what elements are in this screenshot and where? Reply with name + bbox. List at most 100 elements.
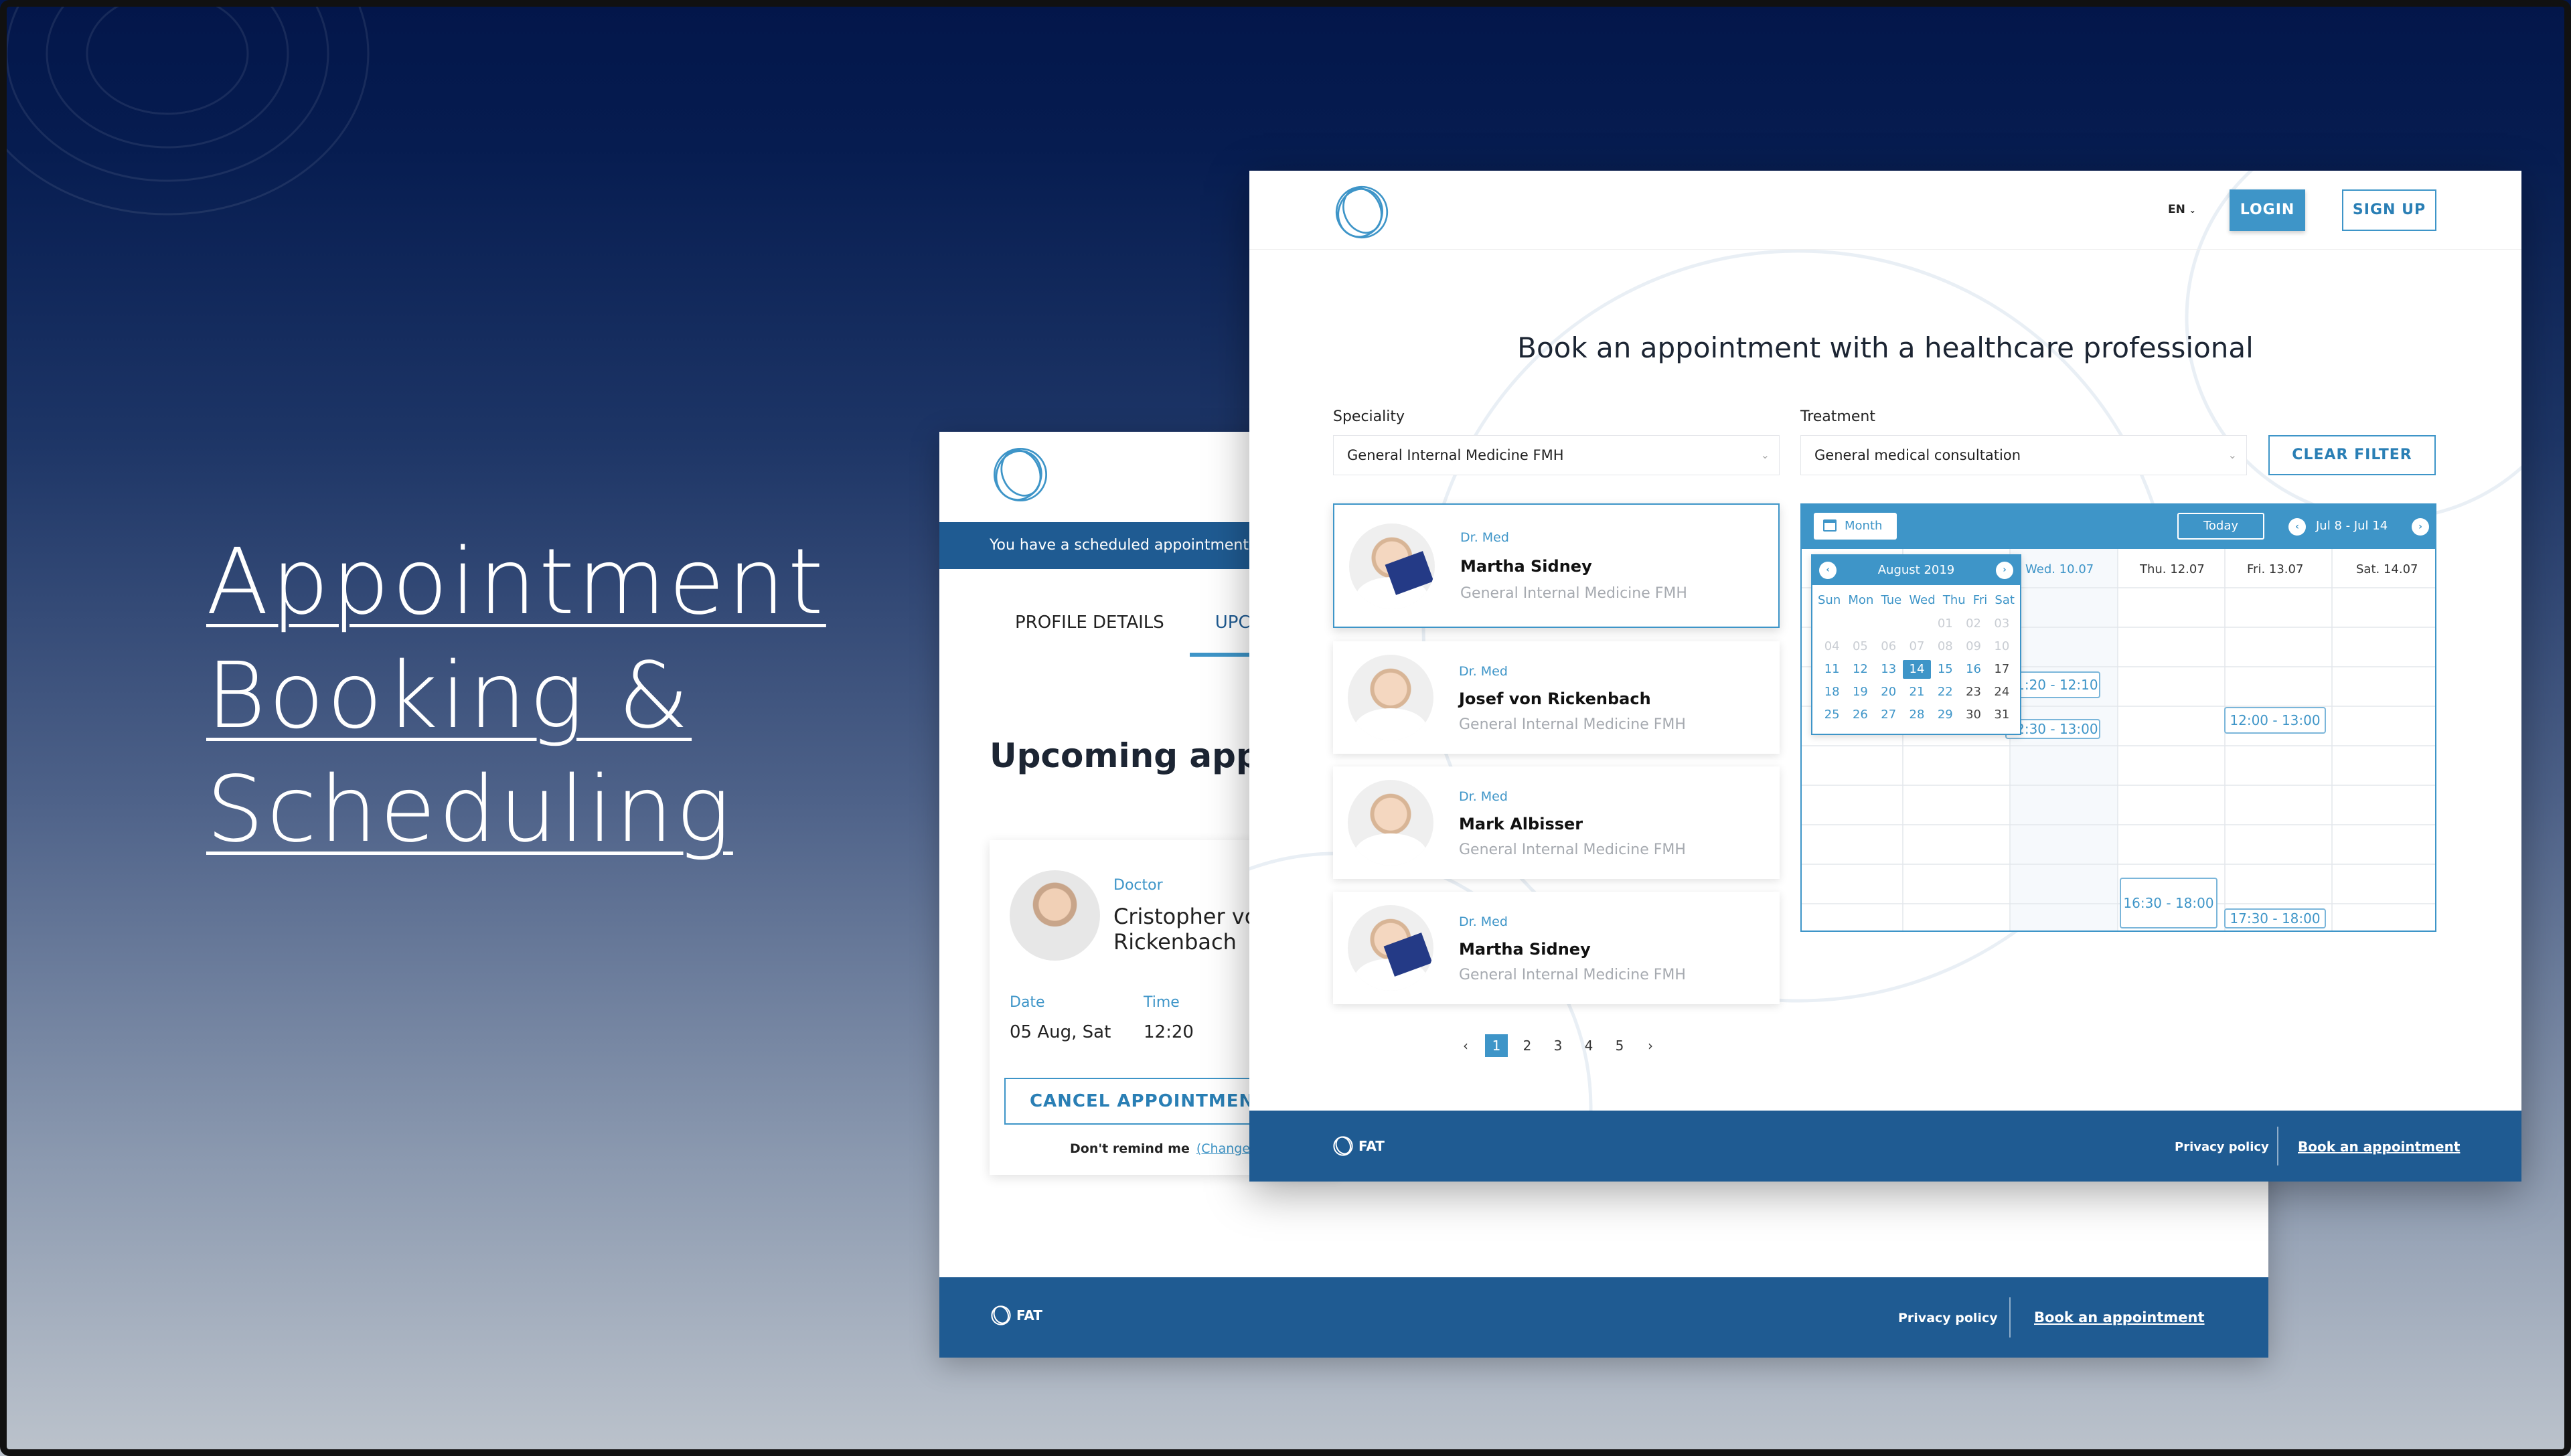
doctor-avatar (1010, 870, 1100, 961)
weekday-header: Sun Mon Tue Wed Thu Fri Sat (1818, 593, 2015, 607)
date-label: Date (1010, 994, 1045, 1011)
pagination-page[interactable]: 1 (1485, 1034, 1508, 1057)
treatment-select[interactable]: General medical consultation ⌄ (1800, 435, 2247, 475)
signup-button[interactable]: SIGN UP (2342, 189, 2436, 231)
month-picker-day[interactable]: 16 (1959, 660, 1987, 679)
doctor-avatar (1348, 905, 1433, 991)
month-picker-day[interactable]: 04 (1818, 637, 1846, 656)
pagination-page[interactable]: 4 (1573, 1034, 1604, 1057)
pagination-page[interactable]: 5 (1604, 1034, 1635, 1057)
time-value: 12:20 (1144, 1022, 1194, 1042)
time-slot[interactable]: 17:30 - 18:00 (2224, 908, 2326, 928)
footer: FAT Privacy policy Book an appointment (1249, 1111, 2521, 1182)
month-picker-day[interactable]: 18 (1818, 683, 1846, 702)
chevron-right-icon[interactable]: › (1996, 562, 2013, 579)
doctor-name: Josef von Rickenbach (1459, 690, 1651, 708)
doctor-name: Martha Sidney (1459, 940, 1591, 959)
chevron-right-icon[interactable]: › (2412, 518, 2429, 536)
brand-logo-icon[interactable] (1332, 182, 1392, 242)
pagination-page[interactable]: 3 (1543, 1034, 1573, 1057)
month-picker-day[interactable]: 08 (1931, 637, 1959, 656)
language-selector[interactable]: EN ⌄ (2168, 203, 2196, 216)
month-picker-day[interactable]: 05 (1846, 637, 1874, 656)
book-appointment-link[interactable]: Book an appointment (2298, 1139, 2460, 1155)
speciality-label: Speciality (1333, 408, 1405, 425)
chevron-left-icon[interactable]: ‹ (1819, 562, 1837, 579)
month-picker-day[interactable]: 28 (1903, 706, 1931, 724)
privacy-policy-link[interactable]: Privacy policy (1898, 1311, 1998, 1325)
month-picker-day[interactable]: 03 (1988, 615, 2016, 633)
month-view-label: Month (1845, 519, 1883, 533)
doctor-card[interactable]: Dr. Med Martha Sidney General Internal M… (1333, 503, 1780, 628)
month-picker-days: 01 02 03 04 05 06 07 08 09 10 11 12 13 14 15 16 17 18 19 20… (1818, 615, 2016, 724)
login-button[interactable]: LOGIN (2230, 189, 2305, 231)
month-picker-day[interactable]: 29 (1931, 706, 1959, 724)
month-picker-day[interactable]: 21 (1903, 683, 1931, 702)
footer: FAT Privacy policy Book an appointment (939, 1277, 2268, 1358)
clear-filter-button[interactable]: CLEAR FILTER (2268, 435, 2436, 475)
month-picker-day[interactable]: 24 (1988, 683, 2016, 702)
month-picker-day[interactable]: 01 (1931, 615, 1959, 633)
pagination-next[interactable]: › (1635, 1034, 1666, 1057)
footer-logo[interactable]: FAT (990, 1304, 1042, 1327)
doctor-avatar (1348, 655, 1433, 740)
day-header: Fri. 13.07 (2247, 562, 2304, 576)
time-slot[interactable]: 12:00 - 13:00 (2224, 707, 2326, 734)
date-range: Jul 8 - Jul 14 (2316, 519, 2388, 533)
doctor-card[interactable]: Dr. Med Josef von Rickenbach General Int… (1333, 641, 1780, 754)
month-picker-day[interactable]: 19 (1846, 683, 1874, 702)
reminder-setting: Don't remind me (Change) (1070, 1141, 1255, 1156)
month-picker-day[interactable]: 26 (1846, 706, 1874, 724)
doctor-speciality: General Internal Medicine FMH (1459, 967, 1686, 983)
month-picker-day[interactable]: 31 (1988, 706, 2016, 724)
brand-logo-icon[interactable] (990, 444, 1051, 505)
month-picker-day[interactable]: 27 (1875, 706, 1903, 724)
today-button[interactable]: Today (2177, 513, 2264, 540)
month-picker-day[interactable]: 22 (1931, 683, 1959, 702)
book-appointment-link[interactable]: Book an appointment (2034, 1309, 2205, 1325)
chevron-down-icon: ⌄ (1760, 449, 1770, 461)
pagination-prev[interactable]: ‹ (1450, 1034, 1481, 1057)
doctor-label: Doctor (1113, 877, 1163, 894)
day-header: Thu. 12.07 (2140, 562, 2205, 576)
month-picker-day[interactable]: 11 (1818, 660, 1846, 679)
month-picker-day[interactable]: 13 (1875, 660, 1903, 679)
month-picker-day[interactable]: 30 (1959, 706, 1987, 724)
weekday-label: Fri (1972, 593, 1988, 607)
doctor-title: Dr. Med (1459, 914, 1508, 929)
month-picker-day[interactable]: 25 (1818, 706, 1846, 724)
month-picker-day[interactable]: 06 (1875, 637, 1903, 656)
footer-logo[interactable]: FAT (1332, 1135, 1385, 1157)
date-value: 05 Aug, Sat (1010, 1022, 1111, 1042)
change-reminder-link[interactable]: (Change) (1196, 1141, 1255, 1156)
calendar-icon (1823, 519, 1837, 532)
footer-divider (2277, 1127, 2278, 1165)
month-picker-day[interactable]: 10 (1988, 637, 2016, 656)
chevron-left-icon[interactable]: ‹ (2288, 518, 2306, 536)
privacy-policy-link[interactable]: Privacy policy (2175, 1140, 2269, 1154)
tab-profile-details[interactable]: PROFILE DETAILS (990, 613, 1190, 657)
chevron-down-icon: ⌄ (2189, 206, 2196, 215)
weekday-label: Wed (1909, 593, 1936, 607)
month-picker-day[interactable]: 12 (1846, 660, 1874, 679)
month-view-button[interactable]: Month (1814, 513, 1897, 540)
time-slot[interactable]: 16:30 - 18:00 (2120, 878, 2217, 928)
speciality-select[interactable]: General Internal Medicine FMH ⌄ (1333, 435, 1780, 475)
doctor-avatar (1348, 780, 1433, 866)
doctor-card[interactable]: Dr. Med Mark Albisser General Internal M… (1333, 766, 1780, 879)
month-picker-day[interactable]: 17 (1988, 660, 2016, 679)
month-picker-day[interactable]: 15 (1931, 660, 1959, 679)
doctor-card[interactable]: Dr. Med Martha Sidney General Internal M… (1333, 892, 1780, 1004)
profile-tabs: PROFILE DETAILS UPCC (990, 613, 1288, 657)
month-picker-day[interactable]: 14 (1902, 660, 1932, 679)
month-picker-day[interactable]: 23 (1959, 683, 1987, 702)
calendar-toolbar: Month Today ‹ Jul 8 - Jul 14 › (1802, 505, 2435, 549)
month-picker-day[interactable]: 20 (1875, 683, 1903, 702)
footer-divider (2009, 1297, 2011, 1338)
month-picker-day[interactable]: 09 (1959, 637, 1987, 656)
month-picker-day[interactable]: 07 (1903, 637, 1931, 656)
pagination-page[interactable]: 2 (1512, 1034, 1543, 1057)
month-picker-day[interactable]: 02 (1959, 615, 1987, 633)
doctor-speciality: General Internal Medicine FMH (1459, 841, 1686, 858)
reminder-text: Don't remind me (1070, 1141, 1190, 1156)
